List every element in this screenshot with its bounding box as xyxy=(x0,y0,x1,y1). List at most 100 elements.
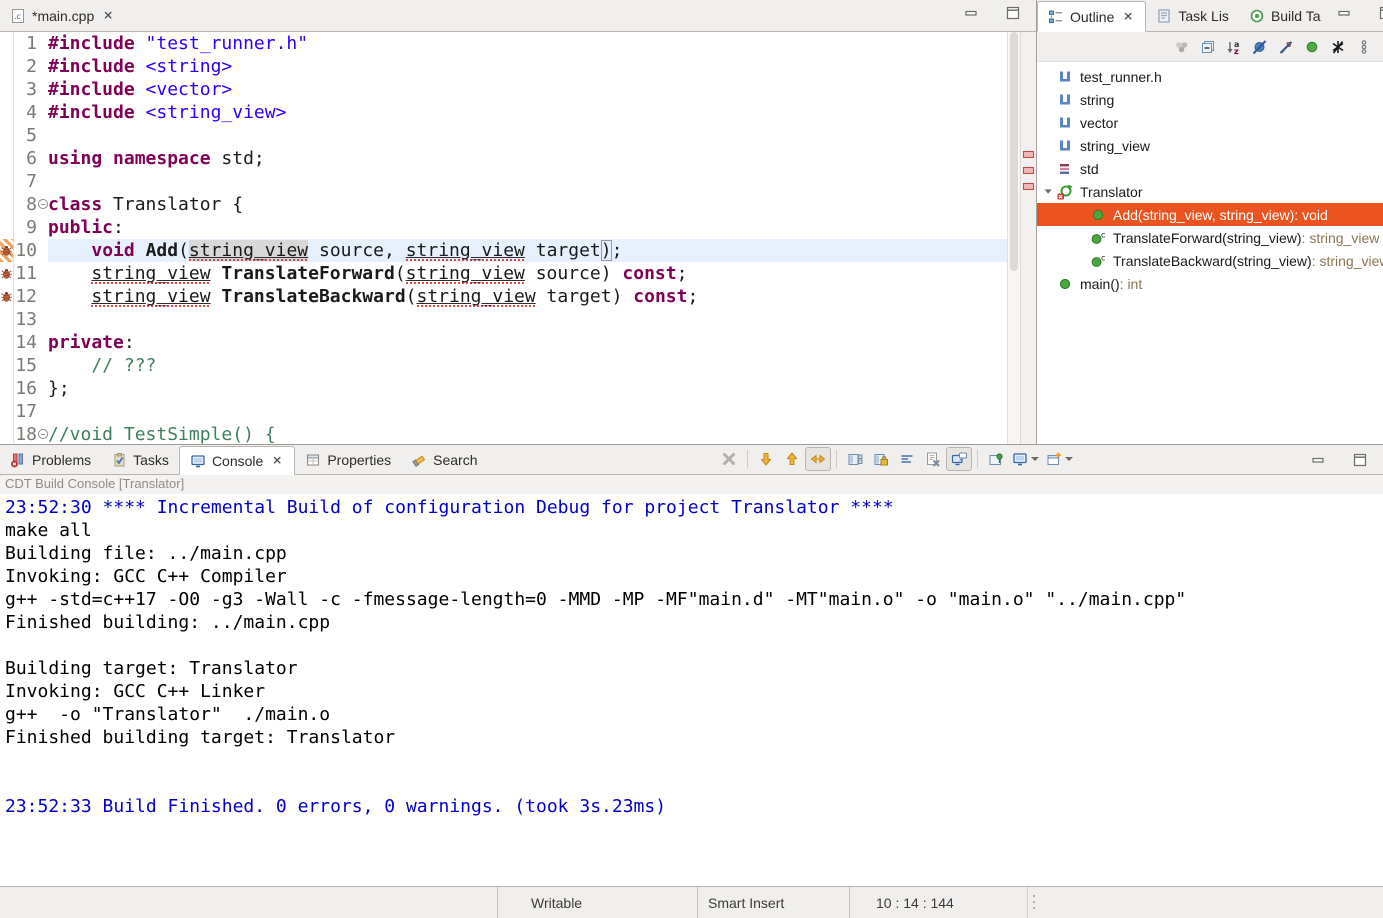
outline-item-translateforward[interactable]: cTranslateForward(string_view) : string_… xyxy=(1037,226,1383,249)
code-line[interactable]: 9public: xyxy=(0,216,1007,239)
editor-tab-main-cpp[interactable]: .c*main.cpp xyxy=(0,0,125,31)
error-overview-mark[interactable] xyxy=(1023,167,1034,174)
gutter-annotation xyxy=(0,423,14,444)
fold-collapse-icon[interactable] xyxy=(38,199,48,209)
outline-item-vector[interactable]: vector xyxy=(1037,111,1383,134)
code-line[interactable]: 13 xyxy=(0,308,1007,331)
scroll-lock-button[interactable] xyxy=(868,447,894,471)
minimize-button[interactable] xyxy=(1331,1,1357,25)
error-overview-mark[interactable] xyxy=(1023,183,1034,190)
clear-console-button[interactable] xyxy=(920,447,946,471)
code-line[interactable]: 8class Translator { xyxy=(0,193,1007,216)
code-line[interactable]: 4#include <string_view> xyxy=(0,101,1007,124)
code-line[interactable]: 10 void Add(string_view source, string_v… xyxy=(0,239,1007,262)
editor-scrollbar[interactable] xyxy=(1007,32,1020,444)
console-output[interactable]: 23:52:30 **** Incremental Build of confi… xyxy=(0,494,1383,886)
editor-tabbar: .c*main.cpp xyxy=(0,0,1036,32)
terminate-icon xyxy=(721,451,737,467)
tab-properties[interactable]: Properties xyxy=(295,445,401,474)
namespace-icon xyxy=(1056,161,1073,177)
outline-item-label: TranslateBackward(string_view) xyxy=(1113,253,1312,269)
console-line: make all xyxy=(5,519,1383,542)
hide-inactive-button[interactable] xyxy=(1325,35,1351,59)
code-line[interactable]: 2#include <string> xyxy=(0,55,1007,78)
tab-build-ta[interactable]: Build Ta xyxy=(1239,0,1331,31)
collapse-all-button[interactable] xyxy=(1195,35,1221,59)
gutter-annotation xyxy=(0,147,14,170)
code-line[interactable]: 1#include "test_runner.h" xyxy=(0,32,1007,55)
previous-error-button[interactable] xyxy=(779,447,805,471)
focus-button[interactable] xyxy=(1169,35,1195,59)
fold-column xyxy=(38,331,48,354)
outline-item-string-view[interactable]: string_view xyxy=(1037,134,1383,157)
terminate-button[interactable] xyxy=(716,447,742,471)
outline-item-string[interactable]: string xyxy=(1037,88,1383,111)
next-error-button[interactable] xyxy=(753,447,779,471)
close-icon[interactable] xyxy=(102,9,115,22)
code-line[interactable]: 3#include <vector> xyxy=(0,78,1007,101)
fold-collapse-icon[interactable] xyxy=(38,429,48,439)
overview-ruler[interactable] xyxy=(1020,32,1036,444)
display-console-button[interactable] xyxy=(1009,447,1043,471)
gutter-annotation xyxy=(0,32,14,55)
code-line[interactable]: 18//void TestSimple() { xyxy=(0,423,1007,444)
outline-item-label: test_runner.h xyxy=(1080,69,1162,85)
code-line[interactable]: 17 xyxy=(0,400,1007,423)
bug-marker-icon[interactable] xyxy=(0,239,14,262)
tab-problems[interactable]: Problems xyxy=(0,445,101,474)
hide-fields-button[interactable] xyxy=(1247,35,1273,59)
hide-non-public-button[interactable] xyxy=(1299,35,1325,59)
hide-static-button[interactable]: s xyxy=(1273,35,1299,59)
maximize-button[interactable] xyxy=(1000,1,1026,25)
caret-down-icon[interactable] xyxy=(1031,457,1039,461)
code-line[interactable]: 7 xyxy=(0,170,1007,193)
tab-search[interactable]: Search xyxy=(401,445,487,474)
outline-item-test-runner-h[interactable]: test_runner.h xyxy=(1037,65,1383,88)
tab-outline[interactable]: Outline xyxy=(1037,1,1146,32)
pin-console-button[interactable] xyxy=(983,447,1009,471)
code-line[interactable]: 14private: xyxy=(0,331,1007,354)
tab-console[interactable]: Console xyxy=(179,446,295,475)
outline-item-translatebackward[interactable]: cTranslateBackward(string_view) : string… xyxy=(1037,249,1383,272)
outline-item-translator[interactable]: Translator xyxy=(1037,180,1383,203)
minimize-button[interactable] xyxy=(958,1,984,25)
code-text: //void TestSimple() { xyxy=(48,423,1007,444)
expand-arrow-icon[interactable] xyxy=(1042,185,1056,199)
tab-task-lis[interactable]: Task Lis xyxy=(1146,0,1239,31)
status-drag-handle[interactable] xyxy=(1027,887,1041,918)
code-line[interactable]: 5 xyxy=(0,124,1007,147)
maximize-button[interactable] xyxy=(1373,1,1383,25)
outline-item-main[interactable]: main() : int xyxy=(1037,272,1383,295)
code-line[interactable]: 6using namespace std; xyxy=(0,147,1007,170)
show-error-button[interactable] xyxy=(805,447,831,471)
outline-item-add[interactable]: Add(string_view, string_view) : void xyxy=(1037,203,1383,226)
console-tabbar: ProblemsTasksConsolePropertiesSearch xyxy=(0,445,1383,475)
show-console-on-output-button[interactable] xyxy=(946,447,972,471)
code-line[interactable]: 15 // ??? xyxy=(0,354,1007,377)
fold-column xyxy=(38,147,48,170)
copy-log-button[interactable] xyxy=(842,447,868,471)
error-overview-mark[interactable] xyxy=(1023,151,1034,158)
maximize-button[interactable] xyxy=(1347,448,1373,472)
bug-marker-icon[interactable] xyxy=(0,285,14,308)
outline-item-std[interactable]: std xyxy=(1037,157,1383,180)
code-line[interactable]: 12 string_view TranslateBackward(string_… xyxy=(0,285,1007,308)
focus-icon xyxy=(1174,39,1190,55)
caret-down-icon[interactable] xyxy=(1065,457,1073,461)
bug-marker-icon[interactable] xyxy=(0,262,14,285)
sort-button[interactable]: az xyxy=(1221,35,1247,59)
code-editor[interactable]: 1#include "test_runner.h"2#include <stri… xyxy=(0,32,1036,444)
search-icon xyxy=(411,452,427,468)
view-menu-button[interactable] xyxy=(1351,35,1377,59)
code-line[interactable]: 11 string_view TranslateForward(string_v… xyxy=(0,262,1007,285)
scrollbar-thumb[interactable] xyxy=(1010,32,1018,271)
outline-toolbar: az s xyxy=(1037,32,1383,62)
class-error-icon xyxy=(1056,184,1073,200)
open-console-button[interactable] xyxy=(1043,447,1077,471)
minimize-button[interactable] xyxy=(1305,448,1331,472)
word-wrap-button[interactable] xyxy=(894,447,920,471)
close-icon[interactable] xyxy=(271,454,284,467)
tab-tasks[interactable]: Tasks xyxy=(101,445,179,474)
code-line[interactable]: 16}; xyxy=(0,377,1007,400)
close-icon[interactable] xyxy=(1122,10,1135,23)
